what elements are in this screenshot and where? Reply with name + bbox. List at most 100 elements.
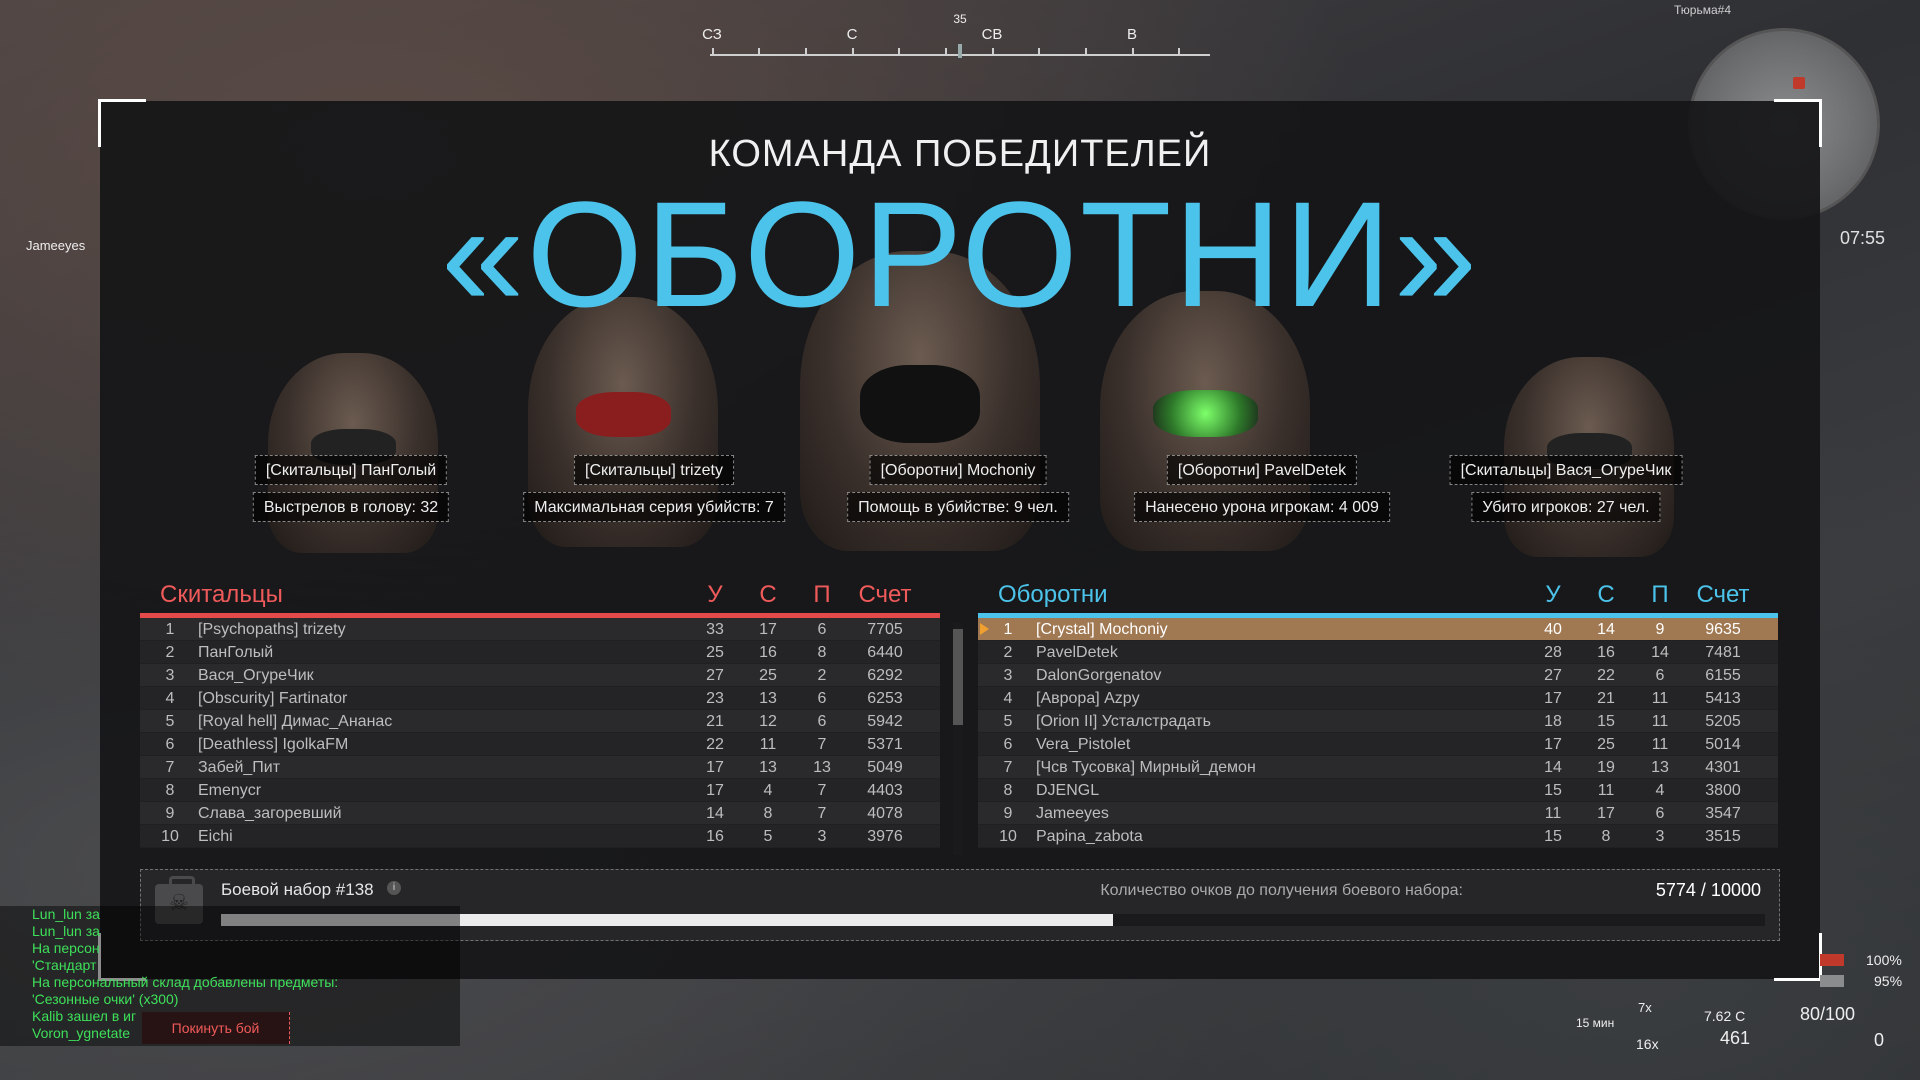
row-kills: 14 bbox=[1544, 759, 1562, 776]
row-deaths: 25 bbox=[759, 667, 777, 684]
col-score[interactable]: Счет bbox=[1688, 581, 1758, 609]
row-deaths: 16 bbox=[759, 644, 777, 661]
row-assists: 7 bbox=[817, 736, 827, 753]
health-bar bbox=[1820, 954, 1844, 966]
row-rank: 5 bbox=[165, 713, 175, 730]
table-row[interactable]: 7 Забей_Пит 17 13 13 5049 bbox=[140, 756, 940, 779]
row-score: 9635 bbox=[1705, 621, 1741, 638]
team-rows-left: 1 [Psychopaths] trizety 33 17 6 7705 2 ПанГолы… bbox=[140, 618, 940, 848]
row-kills: 25 bbox=[706, 644, 724, 661]
row-deaths: 13 bbox=[759, 759, 777, 776]
row-kills: 17 bbox=[1544, 690, 1562, 707]
team-name-left: Скитальцы bbox=[160, 581, 283, 608]
row-player-name: [Crystal] Mochoniy bbox=[1036, 621, 1168, 638]
compass-label-e: В bbox=[1126, 26, 1138, 43]
table-row[interactable]: 2 PavelDetek 28 16 14 7481 bbox=[978, 641, 1778, 664]
row-assists: 11 bbox=[1651, 736, 1669, 753]
row-player-name: Забей_Пит bbox=[198, 759, 281, 776]
row-score: 3800 bbox=[1705, 782, 1741, 799]
highlight-player-1: [Скитальцы] ПанГолый bbox=[254, 455, 448, 485]
table-row[interactable]: 9 Слава_загоревший 14 8 7 4078 bbox=[140, 802, 940, 825]
row-assists: 6 bbox=[817, 690, 827, 707]
row-player-name: [Orion II] Устал­страдать bbox=[1036, 713, 1211, 730]
row-player-name: [Obscurity] Fartinator bbox=[198, 690, 348, 707]
row-player-name: Eichi bbox=[198, 828, 233, 845]
table-row[interactable]: 7 [Чсв Тусовка] Мирный_демон 14 19 13 4301 bbox=[978, 756, 1778, 779]
row-rank: 10 bbox=[161, 828, 179, 845]
row-player-name: Jameeyes bbox=[1036, 805, 1109, 822]
row-deaths: 21 bbox=[1597, 690, 1615, 707]
row-kills: 17 bbox=[706, 782, 724, 799]
team-table-right: Оборотни У С П Счет 1 [Crystal] Mochoniy 4… bbox=[978, 571, 1778, 848]
row-assists: 13 bbox=[813, 759, 831, 776]
table-row[interactable]: 5 [Royal hell] Димас_Ананас 21 12 6 5942 bbox=[140, 710, 940, 733]
row-kills: 11 bbox=[1544, 805, 1562, 822]
row-score: 7705 bbox=[867, 621, 903, 638]
row-assists: 6 bbox=[1655, 667, 1665, 684]
table-row-current-player[interactable]: 1 [Crystal] Mochoniy 40 14 9 9635 bbox=[978, 618, 1778, 641]
row-assists: 6 bbox=[817, 621, 827, 638]
table-row[interactable]: 3 DalonGorgenatov 27 22 6 6155 bbox=[978, 664, 1778, 687]
row-rank: 6 bbox=[165, 736, 175, 753]
col-kills[interactable]: У bbox=[700, 581, 730, 609]
row-assists: 6 bbox=[817, 713, 827, 730]
row-assists: 8 bbox=[817, 644, 827, 661]
compass-tick bbox=[992, 48, 994, 56]
table-row[interactable]: 6 Vera_Pistolet 17 25 11 5014 bbox=[978, 733, 1778, 756]
table-row[interactable]: 2 ПанГолый 25 16 8 6440 bbox=[140, 641, 940, 664]
row-score: 6440 bbox=[867, 644, 903, 661]
row-score: 6155 bbox=[1705, 667, 1741, 684]
row-kills: 22 bbox=[706, 736, 724, 753]
row-player-name: [Royal hell] Димас_Ананас bbox=[198, 713, 393, 730]
table-row[interactable]: 10 Eichi 16 5 3 3976 bbox=[140, 825, 940, 848]
row-player-name: Emenycr bbox=[198, 782, 262, 799]
row-player-name: Papina_zabota bbox=[1036, 828, 1143, 845]
row-rank: 4 bbox=[1003, 690, 1013, 707]
scrollbar-thumb[interactable] bbox=[953, 629, 963, 725]
table-row[interactable]: 9 Jameeyes 11 17 6 3547 bbox=[978, 802, 1778, 825]
compass-tick bbox=[852, 48, 854, 56]
highlight-stat-4: Нанесено урона игрокам: 4 009 bbox=[1134, 492, 1390, 522]
row-kills: 14 bbox=[706, 805, 724, 822]
battle-kit-points-label: Количество очков до получения боевого на… bbox=[1100, 882, 1463, 899]
col-assists[interactable]: П bbox=[807, 581, 837, 609]
compass-tick bbox=[758, 48, 760, 56]
table-row[interactable]: 6 [Deathless] IgolkaFM 22 11 7 5371 bbox=[140, 733, 940, 756]
compass-heading: 35 bbox=[953, 12, 967, 26]
col-score[interactable]: Счет bbox=[850, 581, 920, 609]
highlight-stat-2: Максимальная серия убийств: 7 bbox=[523, 492, 785, 522]
row-kills: 16 bbox=[706, 828, 724, 845]
table-row[interactable]: 4 [Obscurity] Fartinator 23 13 6 6253 bbox=[140, 687, 940, 710]
row-assists: 7 bbox=[817, 805, 827, 822]
info-icon[interactable]: i bbox=[387, 881, 401, 895]
row-score: 6253 bbox=[867, 690, 903, 707]
table-row[interactable]: 5 [Orion II] Устал­страдать 18 15 11 5205 bbox=[978, 710, 1778, 733]
table-row[interactable]: 1 [Psychopaths] trizety 33 17 6 7705 bbox=[140, 618, 940, 641]
col-kills[interactable]: У bbox=[1538, 581, 1568, 609]
table-row[interactable]: 8 Emenycr 17 4 7 4403 bbox=[140, 779, 940, 802]
table-row[interactable]: 3 Вася_ОгуреЧик 27 25 2 6292 bbox=[140, 664, 940, 687]
compass-tick bbox=[1132, 48, 1134, 56]
table-row[interactable]: 8 DJENGL 15 11 4 3800 bbox=[978, 779, 1778, 802]
character-visor bbox=[1152, 389, 1258, 437]
map-name: Тюрьма#4 bbox=[1674, 3, 1731, 17]
row-kills: 15 bbox=[1544, 782, 1562, 799]
col-deaths[interactable]: С bbox=[1591, 581, 1621, 609]
scoreboard-scrollbar[interactable] bbox=[953, 623, 963, 855]
table-row[interactable]: 10 Papina_zabota 15 8 3 3515 bbox=[978, 825, 1778, 848]
row-rank: 5 bbox=[1003, 713, 1013, 730]
row-assists: 2 bbox=[817, 667, 827, 684]
table-row[interactable]: 4 [Аврора] Azpy 17 21 11 5413 bbox=[978, 687, 1778, 710]
row-rank: 9 bbox=[1003, 805, 1013, 822]
row-player-name: [Deathless] IgolkaFM bbox=[198, 736, 349, 753]
row-score: 5049 bbox=[867, 759, 903, 776]
col-deaths[interactable]: С bbox=[753, 581, 783, 609]
col-assists[interactable]: П bbox=[1645, 581, 1675, 609]
row-player-name: ПанГолый bbox=[198, 644, 274, 661]
panel-corner bbox=[1774, 933, 1822, 981]
row-score: 3976 bbox=[867, 828, 903, 845]
row-rank: 3 bbox=[165, 667, 175, 684]
team-rows-right: 1 [Crystal] Mochoniy 40 14 9 9635 2 PavelDetek… bbox=[978, 618, 1778, 848]
leave-battle-button[interactable]: Покинуть бой bbox=[142, 1012, 290, 1044]
character-visor bbox=[860, 365, 980, 443]
